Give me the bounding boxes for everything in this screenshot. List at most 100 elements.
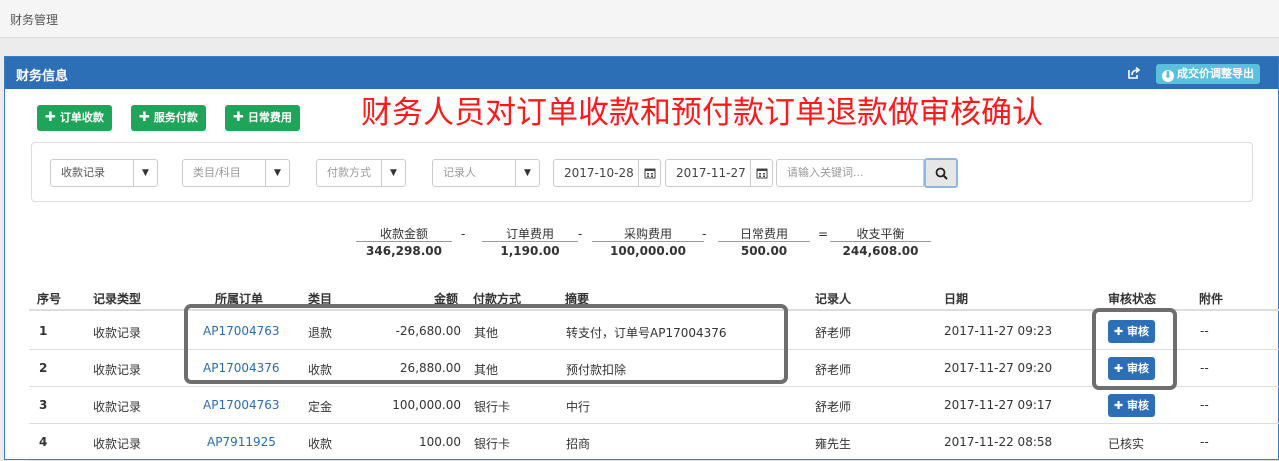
record-type: 收款记录 xyxy=(93,400,142,414)
panel-header: 财务信息 ⬇ 成交价调整导出 xyxy=(5,57,1278,89)
record-type: 收款记录 xyxy=(93,363,142,377)
recorder: 舒老师 xyxy=(815,400,852,414)
breadcrumb[interactable]: 财务管理 xyxy=(10,11,58,28)
summary-value: 244,608.00 xyxy=(842,244,919,258)
share-icon[interactable] xyxy=(1127,66,1141,80)
highlight-box-rows xyxy=(184,304,788,384)
category: 定金 xyxy=(308,400,333,414)
summary-label: 收支平衡 xyxy=(830,225,931,242)
date: 2017-11-27 09:17 xyxy=(944,398,1053,412)
row-index: 2 xyxy=(39,361,48,375)
category-select[interactable]: 类目/科目 ▼ xyxy=(182,159,290,187)
keyword-input[interactable]: 请输入关键词... xyxy=(776,159,924,187)
amount: 100,000.00 xyxy=(392,398,461,412)
recorder-placeholder: 记录人 xyxy=(443,166,476,179)
summary-value: 1,190.00 xyxy=(500,244,560,258)
summary-label: 日常费用 xyxy=(718,225,810,242)
row-index: 4 xyxy=(39,435,48,449)
column-header: 记录类型 xyxy=(93,292,142,306)
plus-icon: ✚ xyxy=(45,110,56,125)
amount: 100.00 xyxy=(419,435,461,449)
start-date-input[interactable]: 2017-10-28 xyxy=(553,159,661,187)
summary-order-cost: 订单费用 1,190.00 xyxy=(482,225,578,258)
row-index: 3 xyxy=(39,398,48,412)
plus-icon: ✚ xyxy=(139,110,150,125)
record-type: 收款记录 xyxy=(93,326,142,340)
caret-down-icon: ▼ xyxy=(381,160,405,186)
summary-operator: = xyxy=(818,227,829,241)
plus-icon: ✚ xyxy=(233,110,244,125)
date: 2017-11-22 08:58 xyxy=(944,435,1053,449)
attachment: -- xyxy=(1200,361,1209,375)
column-header: 审核状态 xyxy=(1108,292,1157,306)
keyword-placeholder: 请输入关键词... xyxy=(787,166,864,179)
caret-down-icon: ▼ xyxy=(265,160,289,186)
price-adjust-export-button[interactable]: ⬇ 成交价调整导出 xyxy=(1156,64,1260,84)
record-type: 收款记录 xyxy=(93,437,142,451)
order-receipt-label: 订单收款 xyxy=(59,111,104,124)
table-row: 3 收款记录 AP17004763 定金 100,000.00 银行卡 中行 舒… xyxy=(29,387,1279,424)
date: 2017-11-27 09:23 xyxy=(944,324,1053,338)
download-circle-icon: ⬇ xyxy=(1162,70,1174,82)
recorder: 雍先生 xyxy=(815,437,852,451)
search-button[interactable] xyxy=(924,158,958,188)
summary-value: 346,298.00 xyxy=(366,244,442,258)
summary-label: 订单费用 xyxy=(482,225,578,242)
filter-bar: 收款记录 ▼ 类目/科目 ▼ 付款方式 ▼ 记录人 ▼ 2017-10-28 2… xyxy=(31,142,1253,202)
category-placeholder: 类目/科目 xyxy=(193,166,241,179)
daily-expense-button[interactable]: ✚ 日常费用 xyxy=(225,105,300,131)
annotation-text: 财务人员对订单收款和预付款订单退款做审核确认 xyxy=(361,95,1043,131)
attachment: -- xyxy=(1200,324,1209,338)
column-header: 记录人 xyxy=(815,292,852,306)
summary-receipts: 收款金额 346,298.00 xyxy=(356,225,452,258)
calendar-icon[interactable] xyxy=(638,160,660,186)
audit-status: 已核实 xyxy=(1108,437,1145,451)
summary-operator: - xyxy=(702,227,707,241)
column-header: 日期 xyxy=(944,292,969,306)
summary-value: 500.00 xyxy=(740,244,788,258)
service-payment-label: 服务付款 xyxy=(153,111,198,124)
summary-value: 100,000.00 xyxy=(610,244,686,258)
plus-icon: ✚ xyxy=(1114,399,1128,412)
order-link[interactable]: AP7911925 xyxy=(207,435,276,449)
export-label: 成交价调整导出 xyxy=(1177,67,1254,80)
payment-method-select[interactable]: 付款方式 ▼ xyxy=(316,159,406,187)
payment-method: 银行卡 xyxy=(474,400,511,414)
summary-label: 收款金额 xyxy=(356,225,452,242)
caret-down-icon: ▼ xyxy=(515,160,539,186)
summary-daily-cost: 日常费用 500.00 xyxy=(718,225,810,258)
category: 收款 xyxy=(308,437,333,451)
payment-method: 银行卡 xyxy=(474,437,511,451)
summary-purchase-cost: 采购费用 100,000.00 xyxy=(592,225,704,258)
summary-operator: - xyxy=(461,227,466,241)
order-link[interactable]: AP17004763 xyxy=(203,398,280,412)
panel-title: 财务信息 xyxy=(16,69,69,84)
row-index: 1 xyxy=(39,324,48,338)
highlight-box-audit xyxy=(1092,308,1177,390)
caret-down-icon: ▼ xyxy=(133,160,157,186)
summary-label: 采购费用 xyxy=(592,225,704,242)
summary-text: 招商 xyxy=(566,437,591,451)
end-date-input[interactable]: 2017-11-27 xyxy=(665,159,773,187)
calendar-icon[interactable] xyxy=(750,160,772,186)
recorder-select[interactable]: 记录人 ▼ xyxy=(432,159,540,187)
attachment: -- xyxy=(1200,398,1209,412)
record-type-select[interactable]: 收款记录 ▼ xyxy=(50,159,158,187)
end-date-value: 2017-11-27 xyxy=(676,166,746,180)
attachment: -- xyxy=(1200,435,1209,449)
top-bar: 财务管理 xyxy=(0,0,1279,38)
start-date-value: 2017-10-28 xyxy=(564,166,634,180)
service-payment-button[interactable]: ✚ 服务付款 xyxy=(131,105,206,131)
finance-panel: 财务信息 ⬇ 成交价调整导出 ✚ 订单收款 ✚ 服务付款 ✚ 日常费用 财务人员对订单收… xyxy=(4,56,1279,461)
column-header: 附件 xyxy=(1199,292,1224,306)
audit-button[interactable]: ✚ 审核 xyxy=(1108,394,1156,417)
summary-text: 中行 xyxy=(566,400,591,414)
table-row: 4 收款记录 AP7911925 收款 100.00 银行卡 招商 雍先生 20… xyxy=(29,424,1279,461)
search-icon xyxy=(935,167,948,180)
order-receipt-button[interactable]: ✚ 订单收款 xyxy=(37,105,112,131)
summary-balance: 收支平衡 244,608.00 xyxy=(830,225,931,258)
audit-label: 审核 xyxy=(1127,399,1150,412)
recorder: 舒老师 xyxy=(815,363,852,377)
daily-expense-label: 日常费用 xyxy=(247,111,292,124)
date: 2017-11-27 09:20 xyxy=(944,361,1053,375)
